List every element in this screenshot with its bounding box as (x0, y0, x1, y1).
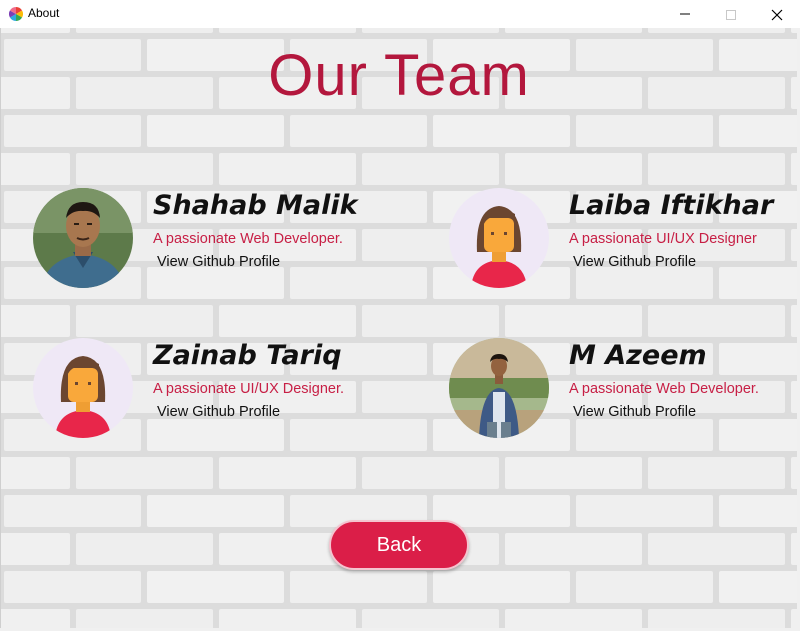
maximize-icon (726, 10, 736, 20)
female-avatar-icon (33, 338, 133, 438)
member-role: A passionate Web Developer. (153, 231, 343, 247)
about-window: About Our Team Shahab Malik A passionate… (0, 0, 800, 631)
minimize-icon (680, 13, 690, 15)
member-card-m-azeem: M Azeem A passionate Web Developer. View… (449, 338, 797, 448)
member-name: M Azeem (569, 340, 707, 371)
member-card-laiba-iftikhar: Laiba Iftikhar A passionate UI/UX Design… (449, 188, 797, 298)
member-avatar (33, 338, 133, 438)
close-button[interactable] (754, 0, 800, 28)
github-profile-link[interactable]: View Github Profile (157, 254, 280, 270)
member-card-shahab-malik: Shahab Malik A passionate Web Developer.… (33, 188, 413, 298)
back-button[interactable]: Back (329, 520, 469, 570)
member-avatar (449, 188, 549, 288)
window-title: About (28, 6, 60, 20)
member-name: Zainab Tariq (153, 340, 342, 371)
member-role: A passionate Web Developer. (569, 381, 759, 397)
app-logo-icon (9, 7, 23, 21)
member-photo (449, 338, 549, 438)
female-avatar-icon (449, 188, 549, 288)
member-name: Shahab Malik (153, 190, 358, 221)
member-card-zainab-tariq: Zainab Tariq A passionate UI/UX Designer… (33, 338, 413, 448)
person-photo-icon (33, 188, 133, 288)
member-role: A passionate UI/UX Designer (569, 231, 757, 247)
close-icon (771, 9, 783, 21)
github-profile-link[interactable]: View Github Profile (573, 254, 696, 270)
about-content: Our Team Shahab Malik A passionate Web D… (1, 28, 797, 628)
github-profile-link[interactable]: View Github Profile (573, 404, 696, 420)
title-bar: About (0, 0, 800, 28)
member-name: Laiba Iftikhar (569, 190, 774, 221)
member-role: A passionate UI/UX Designer. (153, 381, 345, 397)
github-profile-link[interactable]: View Github Profile (157, 404, 280, 420)
person-photo-icon (449, 338, 549, 438)
minimize-button[interactable] (662, 0, 708, 28)
page-title: Our Team (268, 43, 530, 108)
member-photo (33, 188, 133, 288)
maximize-button[interactable] (708, 0, 754, 28)
